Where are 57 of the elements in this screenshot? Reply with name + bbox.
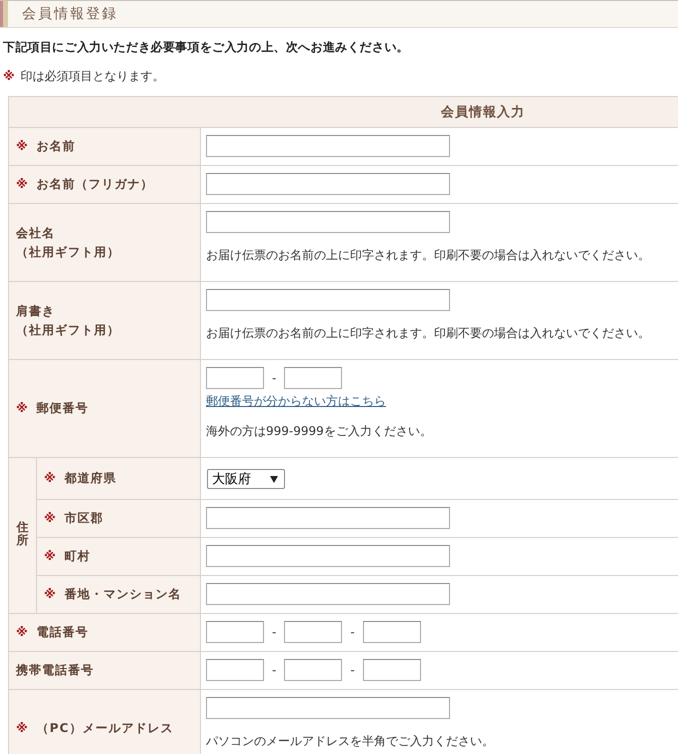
field-label: 町村 — [64, 549, 91, 563]
text-field[interactable] — [206, 367, 264, 389]
help-text: お届け伝票のお名前の上に印字されます。印刷不要の場合は入れないでください。 — [206, 247, 651, 264]
required-mark: ※ — [16, 721, 28, 735]
field-label: 携帯電話番号 — [16, 663, 94, 677]
field-label: 電話番号 — [36, 625, 89, 639]
text-field[interactable] — [206, 289, 450, 311]
text-field[interactable] — [284, 367, 342, 389]
text-field[interactable] — [206, 545, 450, 567]
required-mark: ※ — [3, 69, 15, 83]
text-field[interactable] — [206, 507, 450, 529]
field-label: 都道府県 — [64, 471, 117, 485]
table-heading: 会員情報入力 — [8, 96, 678, 128]
required-note: 印は必須項目となります。 — [20, 69, 165, 83]
text-field[interactable] — [206, 135, 450, 157]
text-field[interactable] — [206, 697, 450, 719]
intro-text: 下記項目にご入力いただき必要事項をご入力の上、次へお進みください。 — [2, 39, 410, 56]
text-field[interactable] — [362, 621, 421, 643]
required-mark: ※ — [16, 625, 28, 639]
text-field[interactable] — [206, 621, 264, 643]
field-label: 郵便番号 — [36, 401, 89, 415]
field-label: 番地・マンション名 — [64, 587, 182, 601]
separator-dash: - — [271, 624, 278, 641]
text-field[interactable] — [206, 211, 450, 233]
postal-lookup-link[interactable]: 郵便番号が分からない方はこちら — [206, 392, 386, 410]
separator-dash: - — [271, 662, 278, 679]
required-mark: ※ — [16, 139, 28, 153]
text-field[interactable] — [206, 659, 264, 681]
separator-dash: - — [349, 624, 356, 641]
required-mark: ※ — [44, 549, 56, 563]
prefecture-select[interactable]: 大阪府 — [207, 469, 285, 489]
text-field[interactable] — [206, 173, 450, 195]
field-sublabel: （社用ギフト用） — [16, 322, 120, 338]
page-title: 会員情報登録 — [22, 5, 118, 23]
field-label: お名前（フリガナ） — [36, 177, 154, 191]
help-text: パソコンのメールアドレスを半角でご入力ください。 — [206, 733, 495, 750]
field-label: 市区郡 — [64, 511, 104, 525]
text-field[interactable] — [284, 659, 342, 681]
field-label: 肩書き — [16, 304, 55, 318]
field-sublabel: （社用ギフト用） — [16, 244, 120, 260]
field-label: お名前 — [36, 139, 76, 153]
required-mark: ※ — [44, 587, 56, 601]
caret-icon — [270, 476, 278, 482]
text-field[interactable] — [362, 659, 421, 681]
text-field[interactable] — [206, 583, 450, 605]
text-field[interactable] — [284, 621, 342, 643]
help-text: お届け伝票のお名前の上に印字されます。印刷不要の場合は入れないでください。 — [206, 325, 651, 342]
required-mark: ※ — [44, 511, 56, 525]
field-label: 会社名 — [16, 226, 55, 240]
separator-dash: - — [349, 662, 356, 679]
help-text: 海外の方は999-9999をご入力ください。 — [206, 423, 433, 440]
required-mark: ※ — [44, 471, 56, 485]
field-label: （PC）メールアドレス — [36, 721, 174, 735]
separator-dash: - — [271, 370, 278, 387]
required-mark: ※ — [16, 177, 28, 191]
required-mark: ※ — [16, 401, 28, 415]
field-label: 住所 — [16, 520, 28, 548]
